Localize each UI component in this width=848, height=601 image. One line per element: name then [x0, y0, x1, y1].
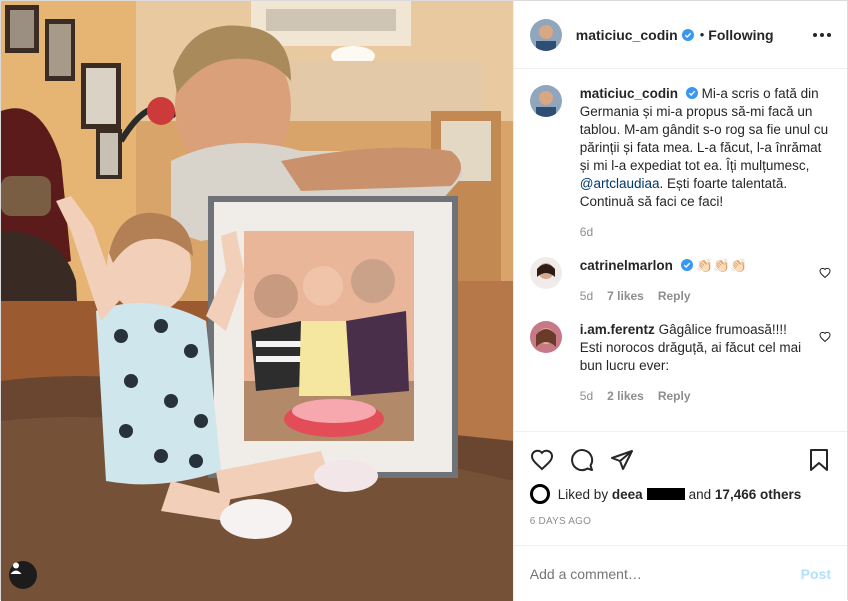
comment-icon[interactable]	[570, 448, 594, 472]
bookmark-icon[interactable]	[807, 448, 831, 472]
verified-badge-icon	[681, 28, 694, 41]
liker-avatar[interactable]	[529, 484, 550, 504]
user-tag-icon	[10, 562, 22, 574]
first-liker-username[interactable]: deea	[612, 487, 643, 502]
post-side-panel: maticiuc_codin • Following maticiuc_codi…	[512, 1, 847, 601]
redacted-block	[646, 488, 685, 500]
heart-icon[interactable]	[530, 448, 554, 472]
comment-item: i.am.ferentz Gâgâlice frumoasă!!!! Esti …	[529, 321, 831, 405]
comment-likes[interactable]: 2 likes	[607, 387, 644, 405]
post-comment-button[interactable]: Post	[801, 566, 831, 582]
comment-item: catrinelmarlon 👏🏻👏🏻👏🏻 5d 7 likes Reply	[529, 257, 831, 305]
comment-text: 👏🏻👏🏻👏🏻	[696, 258, 747, 273]
share-icon[interactable]	[610, 448, 634, 472]
author-avatar[interactable]	[529, 18, 562, 51]
instagram-post: maticiuc_codin • Following maticiuc_codi…	[0, 0, 848, 601]
comment-age[interactable]: 5d	[580, 287, 593, 305]
comment-age[interactable]: 5d	[580, 387, 593, 405]
add-comment-bar: Post	[513, 545, 847, 601]
commenter-avatar[interactable]	[529, 257, 562, 289]
post-timestamp[interactable]: 6 DAYS AGO	[530, 516, 831, 527]
likes-conjunction: and	[688, 486, 712, 502]
commenter-username[interactable]: i.am.ferentz	[580, 322, 655, 337]
header-separator: •	[699, 27, 705, 42]
user-tag-button[interactable]	[9, 561, 37, 589]
comment-heart-icon[interactable]	[819, 267, 831, 279]
caption-age[interactable]: 6d	[580, 223, 593, 241]
reply-button[interactable]: Reply	[658, 287, 691, 305]
comment-likes[interactable]: 7 likes	[607, 287, 644, 305]
caption-avatar[interactable]	[529, 85, 562, 117]
likes-count-link[interactable]: 17,466 others	[715, 487, 801, 502]
commenter-avatar[interactable]	[529, 321, 562, 353]
comment-heart-icon[interactable]	[819, 331, 831, 343]
commenter-username[interactable]: catrinelmarlon	[580, 258, 673, 273]
more-options-icon[interactable]	[813, 32, 831, 37]
photo-illustration	[1, 1, 513, 601]
comment-input[interactable]	[529, 565, 801, 582]
verified-badge-icon	[680, 259, 693, 271]
author-username[interactable]: maticiuc_codin	[576, 27, 678, 43]
liked-by-prefix: Liked by	[557, 486, 609, 502]
likes-summary: Liked by deea and 17,466 others	[529, 484, 831, 504]
verified-badge-icon	[685, 87, 698, 99]
comments-list[interactable]: maticiuc_codin Mi-a scris o fată din Ger…	[514, 69, 847, 431]
post-photo[interactable]	[1, 1, 513, 601]
post-actions: Liked by deea and 17,466 others 6 DAYS AG…	[513, 431, 847, 545]
post-header: maticiuc_codin • Following	[513, 1, 847, 69]
reply-button[interactable]: Reply	[658, 387, 691, 405]
caption-username[interactable]: maticiuc_codin	[580, 86, 678, 101]
following-button[interactable]: Following	[708, 27, 773, 43]
caption-mention-link[interactable]: @artclaudiaa	[580, 176, 660, 191]
caption: maticiuc_codin Mi-a scris o fată din Ger…	[529, 85, 831, 241]
